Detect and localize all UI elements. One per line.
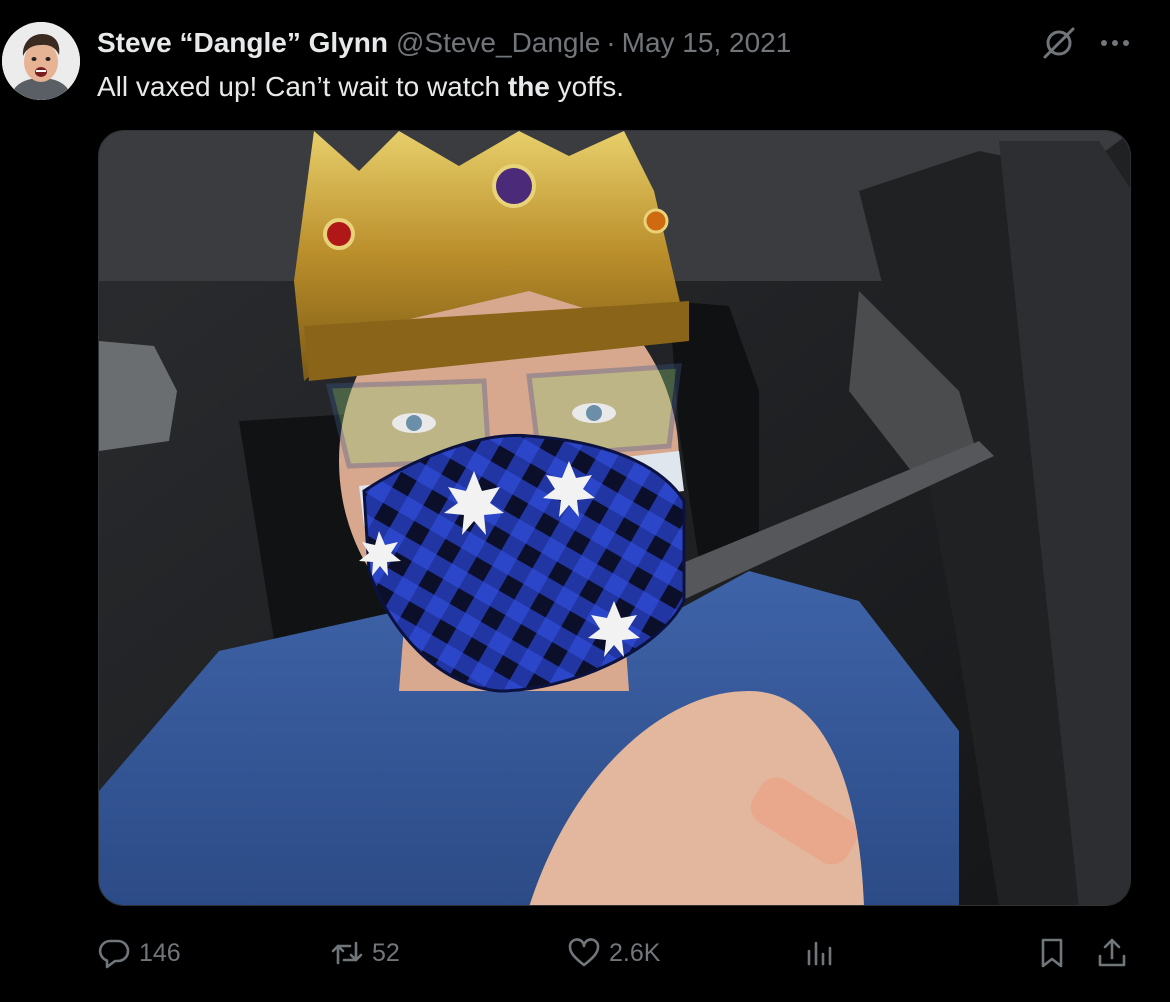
repost-button[interactable]: 52 — [330, 925, 400, 981]
tweet-text: All vaxed up! Can’t wait to watch the yo… — [97, 68, 624, 106]
share-button[interactable] — [1095, 925, 1129, 981]
views-button[interactable] — [802, 925, 836, 981]
reply-icon — [98, 939, 130, 969]
heart-icon — [568, 938, 600, 967]
analytics-icon — [807, 941, 832, 966]
display-name[interactable]: Steve “Dangle” Glynn — [97, 24, 388, 62]
share-icon — [1098, 938, 1126, 967]
tweet-text-part: yoffs. — [549, 71, 625, 102]
user-handle[interactable]: @Steve_Dangle — [396, 24, 600, 62]
repost-count: 52 — [372, 938, 400, 967]
photo-illustration — [99, 131, 1130, 905]
grok-icon[interactable] — [1040, 24, 1078, 62]
bookmark-button[interactable] — [1035, 925, 1069, 981]
repost-icon — [331, 941, 363, 965]
avatar[interactable] — [2, 22, 80, 100]
tweet-text-bold: the — [507, 71, 550, 102]
tweet-media-photo[interactable] — [98, 130, 1131, 906]
separator-dot: · — [606, 27, 616, 58]
avatar-photo — [2, 22, 80, 100]
tweet-text-part: All vaxed up! Can’t wait to watch — [97, 71, 508, 102]
reply-count: 146 — [139, 938, 181, 967]
tweet-card[interactable]: Steve “Dangle” Glynn @Steve_Dangle · May… — [0, 0, 1170, 1002]
reply-button[interactable]: 146 — [97, 925, 181, 981]
tweet-header: Steve “Dangle” Glynn @Steve_Dangle · May… — [97, 24, 791, 62]
tweet-actions: 146 52 2.6K — [97, 925, 1137, 981]
like-button[interactable]: 2.6K — [567, 925, 660, 981]
more-options-icon[interactable] — [1098, 30, 1132, 56]
like-count: 2.6K — [609, 938, 661, 967]
bookmark-icon — [1041, 938, 1063, 968]
tweet-date[interactable]: May 15, 2021 — [622, 24, 792, 62]
